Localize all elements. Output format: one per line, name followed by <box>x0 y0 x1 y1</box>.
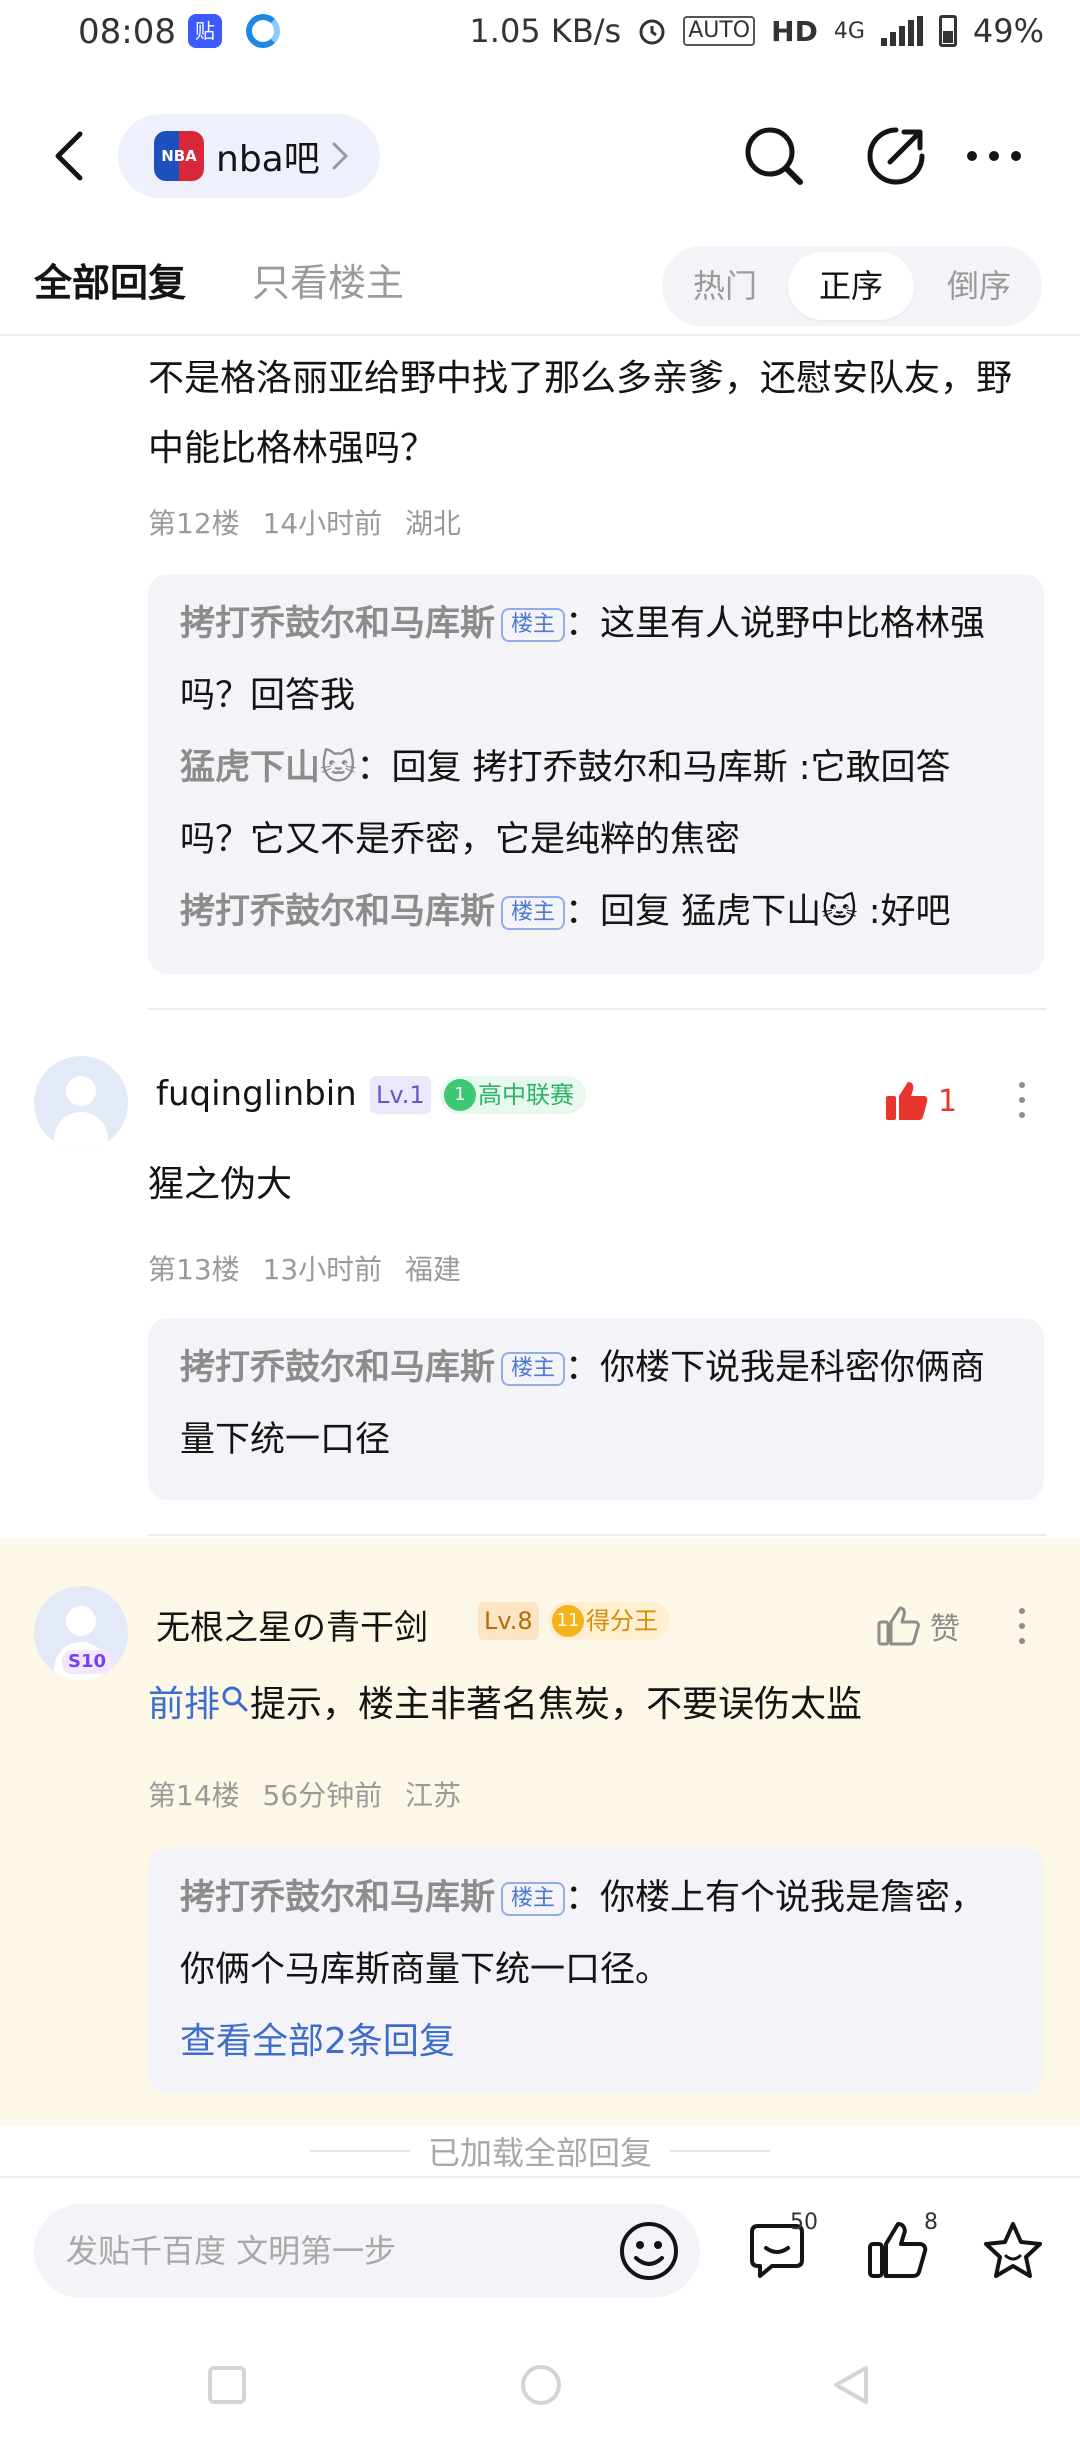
avatar[interactable] <box>34 1056 128 1150</box>
nba-logo: NBA <box>154 131 204 181</box>
edit-icon[interactable] <box>860 120 932 192</box>
like-count-total: 8 <box>924 2210 938 2235</box>
like-button[interactable]: 1 <box>884 1080 957 1122</box>
sort-segmented-control: 热门 正序 倒序 <box>662 246 1042 326</box>
tab-all-replies[interactable]: 全部回复 <box>34 252 186 307</box>
username[interactable]: 无根之星の青干剑 <box>156 1600 428 1649</box>
loaded-all-text: 已加载全部回复 <box>427 2134 652 2172</box>
post-meta: 第13楼 13小时前 福建 <box>148 1253 462 1286</box>
divider <box>148 1008 1046 1010</box>
reply-author[interactable]: 拷打乔鼓尔和马库斯 <box>180 1348 495 1388</box>
post-content: 前排 提示，楼主非著名焦炭，不要误伤太监 <box>148 1670 1046 1740</box>
badge-gem-icon: 11 <box>552 1605 584 1637</box>
badge-label: 高中联赛 <box>478 1081 574 1109</box>
post-floor-12: 不是格洛丽亚给野中找了那么多亲爹，还慰安队友，野中能比格林强吗？ 第12楼 14… <box>0 338 1080 1018</box>
view-all-replies-link[interactable]: 查看全部2条回复 <box>180 2006 1012 2078</box>
app-notification-icon <box>246 14 280 48</box>
sub-reply-box[interactable]: 拷打乔鼓尔和马库斯 楼主 ：你楼下说我是科密你俩商量下统一口径 <box>148 1318 1044 1500</box>
forum-name: nba吧 <box>216 139 320 180</box>
tab-op-only[interactable]: 只看楼主 <box>252 252 404 307</box>
home-icon[interactable] <box>516 2360 566 2410</box>
badge-label: 得分王 <box>586 1607 658 1635</box>
loaded-all-indicator: 已加载全部回复 <box>0 2126 1080 2176</box>
status-indicators: 1.05 KB/s AUTO HD 4G 49% <box>469 12 1044 50</box>
level-badge: Lv.1 <box>370 1076 431 1114</box>
auto-brightness-icon: AUTO <box>683 16 756 46</box>
sort-hot[interactable]: 热门 <box>662 246 788 326</box>
sort-ascending[interactable]: 正序 <box>788 252 914 320</box>
op-badge: 楼主 <box>501 896 566 930</box>
system-navigation-bar <box>0 2326 1080 2448</box>
battery-icon <box>938 15 957 47</box>
reply-author[interactable]: 拷打乔鼓尔和马库斯 <box>180 1878 495 1918</box>
like-label: 赞 <box>930 1612 960 1647</box>
tieba-notification-icon: 贴 <box>188 14 222 48</box>
level-badge: Lv.8 <box>478 1602 539 1640</box>
network-speed: 1.05 KB/s <box>469 12 622 50</box>
reply-author[interactable]: 猛虎下山🐱 <box>180 748 357 788</box>
emoji-icon[interactable] <box>616 2218 682 2284</box>
search-icon[interactable] <box>738 120 810 192</box>
battery-percent: 49% <box>972 12 1044 50</box>
more-options-icon[interactable] <box>1016 1082 1028 1126</box>
op-badge: 楼主 <box>501 1352 566 1386</box>
op-badge: 楼主 <box>501 1882 566 1916</box>
op-badge: 楼主 <box>501 608 566 642</box>
sub-reply-box[interactable]: 拷打乔鼓尔和马库斯 楼主 ：这里有人说野中比格林强吗？回答我 猛虎下山🐱：回复 拷打… <box>148 574 1044 974</box>
post-content: 猩之伪大 <box>148 1164 293 1205</box>
post-meta: 第12楼 14小时前 湖北 <box>148 507 462 540</box>
alarm-icon <box>639 19 665 45</box>
more-icon[interactable] <box>958 120 1030 192</box>
reply-text: ：回复 猛虎下山🐱 :好吧 <box>565 892 951 932</box>
post-text: 提示，楼主非著名焦炭，不要误伤太监 <box>250 1684 863 1725</box>
reply-input[interactable] <box>34 2204 700 2298</box>
status-bar: 08:08 贴 1.05 KB/s AUTO HD 4G 49% <box>0 0 1080 66</box>
sub-reply[interactable]: 拷打乔鼓尔和马库斯 楼主 ：你楼下说我是科密你俩商量下统一口径 <box>180 1332 1012 1476</box>
post-floor-14: S10 无根之星の青干剑 Lv.8 11 得分王 赞 前排 提示，楼主非著名焦炭，不… <box>0 1538 1080 2126</box>
thumbs-up-icon <box>877 1606 920 1646</box>
front-row-link[interactable]: 前排 <box>148 1684 220 1725</box>
comment-count: 50 <box>790 2210 818 2235</box>
post-content: 不是格洛丽亚给野中找了那么多亲爹，还慰安队友，野中能比格林强吗？ <box>148 358 1013 469</box>
back-icon[interactable] <box>42 124 98 188</box>
signal-icon <box>880 16 923 46</box>
more-options-icon[interactable] <box>1016 1608 1028 1652</box>
season-badge: S10 <box>62 1650 113 1674</box>
thumbs-up-icon[interactable] <box>862 2216 932 2286</box>
username[interactable]: fuqinglinbin <box>156 1074 357 1114</box>
sub-reply-box[interactable]: 拷打乔鼓尔和马库斯 楼主 ：你楼上有个说我是詹密，你俩个马库斯商量下统一口径。 查看… <box>148 1848 1044 2094</box>
top-nav-bar: NBA nba吧 <box>0 96 1080 216</box>
title-badge: 1 高中联赛 <box>440 1076 586 1114</box>
recent-apps-icon[interactable] <box>202 2360 252 2410</box>
chevron-right-icon <box>332 142 348 170</box>
divider <box>148 1534 1046 1536</box>
thumbs-up-filled-icon <box>886 1082 928 1120</box>
sub-reply[interactable]: 拷打乔鼓尔和马库斯 楼主 ：回复 猛虎下山🐱 :好吧 <box>180 876 1012 948</box>
sub-reply[interactable]: 拷打乔鼓尔和马库斯 楼主 ：你楼上有个说我是詹密，你俩个马库斯商量下统一口径。 <box>180 1862 1012 2006</box>
search-small-icon <box>222 1686 248 1712</box>
sub-reply[interactable]: 拷打乔鼓尔和马库斯 楼主 ：这里有人说野中比格林强吗？回答我 <box>180 588 1012 732</box>
post-meta: 第14楼 56分钟前 江苏 <box>148 1779 462 1812</box>
title-badge: 11 得分王 <box>548 1602 670 1640</box>
hd-indicator: HD <box>771 14 818 48</box>
reply-author[interactable]: 拷打乔鼓尔和马库斯 <box>180 604 495 644</box>
sort-descending[interactable]: 倒序 <box>916 246 1042 326</box>
status-time: 08:08 <box>78 12 176 52</box>
reply-tabs: 全部回复 只看楼主 热门 正序 倒序 <box>0 232 1080 336</box>
network-type: 4G <box>833 18 865 44</box>
sub-reply[interactable]: 猛虎下山🐱：回复 拷打乔鼓尔和马库斯 :它敢回答吗？它又不是乔密，它是纯粹的焦密 <box>180 732 1012 876</box>
like-count: 1 <box>938 1083 958 1119</box>
like-button[interactable]: 赞 <box>876 1604 960 1648</box>
forum-button[interactable]: NBA nba吧 <box>118 114 380 198</box>
bottom-reply-bar: 50 8 <box>0 2176 1080 2326</box>
system-back-icon[interactable] <box>826 2360 876 2410</box>
reply-author[interactable]: 拷打乔鼓尔和马库斯 <box>180 892 495 932</box>
post-floor-13: fuqinglinbin Lv.1 1 高中联赛 1 猩之伪大 第13楼 13小时… <box>0 1020 1080 1536</box>
badge-gem-icon: 1 <box>444 1079 476 1111</box>
favorite-star-icon[interactable] <box>978 2216 1048 2286</box>
